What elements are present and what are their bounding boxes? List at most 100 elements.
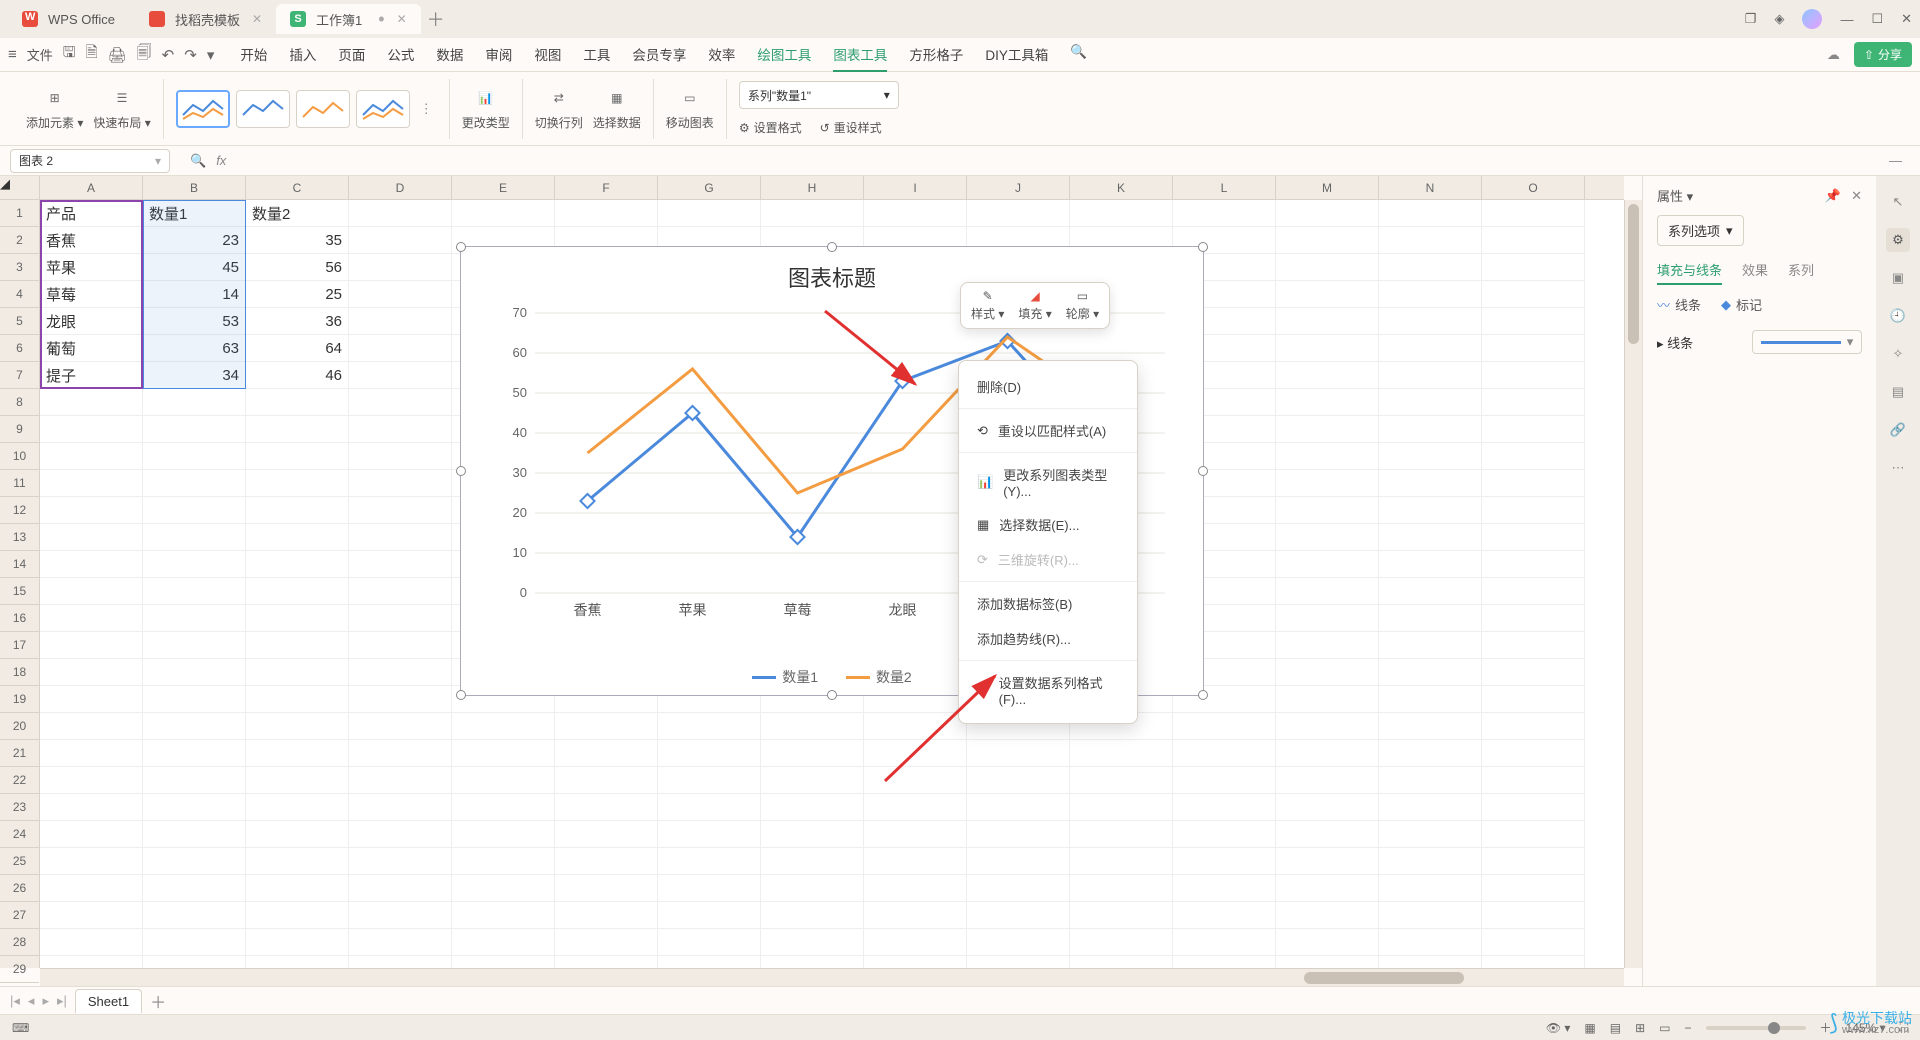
col-header[interactable]: F bbox=[555, 176, 658, 199]
row-header[interactable]: 13 bbox=[0, 524, 39, 551]
cell[interactable]: 苹果 bbox=[40, 254, 143, 281]
row-headers[interactable]: 1234567891011121314151617181920212223242… bbox=[0, 200, 40, 968]
ctx-select-data[interactable]: ▦选择数据(E)... bbox=[959, 507, 1137, 542]
col-header[interactable]: D bbox=[349, 176, 452, 199]
select-all-corner[interactable]: ◢ bbox=[0, 176, 40, 200]
close-icon[interactable]: ✕ bbox=[397, 12, 407, 26]
cell[interactable]: 23 bbox=[143, 227, 246, 254]
resize-handle[interactable] bbox=[1198, 690, 1208, 700]
prop-tab-effect[interactable]: 效果 bbox=[1742, 260, 1768, 285]
zoom-out-icon[interactable]: − bbox=[1685, 1021, 1692, 1035]
row-header[interactable]: 16 bbox=[0, 605, 39, 632]
series-options-dropdown[interactable]: 系列选项▾ bbox=[1657, 215, 1744, 246]
row-header[interactable]: 4 bbox=[0, 281, 39, 308]
menu-tab-view[interactable]: 视图 bbox=[534, 38, 561, 72]
row-header[interactable]: 21 bbox=[0, 740, 39, 767]
cell[interactable]: 63 bbox=[143, 335, 246, 362]
prop-tab-series[interactable]: 系列 bbox=[1788, 260, 1814, 285]
cell[interactable]: 产品 bbox=[40, 200, 143, 227]
cursor-tool-icon[interactable]: ↖ bbox=[1886, 190, 1910, 214]
maximize-icon[interactable]: ☐ bbox=[1871, 11, 1883, 27]
row-header[interactable]: 2 bbox=[0, 227, 39, 254]
hscroll-thumb[interactable] bbox=[1304, 972, 1464, 984]
row-header[interactable]: 27 bbox=[0, 902, 39, 929]
menu-tab-formula[interactable]: 公式 bbox=[387, 38, 414, 72]
line-style-dropdown[interactable]: ▾ bbox=[1752, 330, 1862, 354]
cell[interactable]: 46 bbox=[246, 362, 349, 389]
minimize-icon[interactable]: — bbox=[1840, 12, 1853, 27]
vertical-scrollbar[interactable] bbox=[1624, 200, 1642, 968]
col-header[interactable]: C bbox=[246, 176, 349, 199]
view-break-icon[interactable]: ⊞ bbox=[1635, 1021, 1645, 1035]
reset-style-button[interactable]: ↺重设样式 bbox=[820, 119, 882, 136]
move-chart-button[interactable]: ▭移动图表 bbox=[666, 86, 714, 131]
col-header[interactable]: M bbox=[1276, 176, 1379, 199]
menu-tab-efficiency[interactable]: 效率 bbox=[708, 38, 735, 72]
change-type-button[interactable]: 📊更改类型 bbox=[462, 86, 510, 131]
ctx-delete[interactable]: 删除(D) bbox=[959, 369, 1137, 404]
cell[interactable]: 36 bbox=[246, 308, 349, 335]
print-icon[interactable]: 🖨 bbox=[108, 46, 127, 64]
row-header[interactable]: 23 bbox=[0, 794, 39, 821]
row-header[interactable]: 18 bbox=[0, 659, 39, 686]
row-header[interactable]: 22 bbox=[0, 767, 39, 794]
col-header[interactable]: H bbox=[761, 176, 864, 199]
row-header[interactable]: 29 bbox=[0, 956, 39, 983]
cloud-icon[interactable]: ☁ bbox=[1827, 47, 1840, 63]
spreadsheet-area[interactable]: ◢ ABCDEFGHIJKLMNO 1234567891011121314151… bbox=[0, 176, 1642, 986]
ctx-change-series-type[interactable]: 📊更改系列图表类型(Y)... bbox=[959, 457, 1137, 507]
cell[interactable]: 34 bbox=[143, 362, 246, 389]
row-header[interactable]: 9 bbox=[0, 416, 39, 443]
row-header[interactable]: 7 bbox=[0, 362, 39, 389]
quick-layout-button[interactable]: ☰快速布局 ▾ bbox=[93, 86, 150, 131]
row-header[interactable]: 10 bbox=[0, 443, 39, 470]
row-header[interactable]: 28 bbox=[0, 929, 39, 956]
history-tool-icon[interactable]: 🕘 bbox=[1886, 304, 1910, 328]
col-header[interactable]: G bbox=[658, 176, 761, 199]
menu-tab-square[interactable]: 方形格子 bbox=[909, 38, 963, 72]
zoom-fx-icon[interactable]: 🔍 bbox=[190, 153, 206, 169]
close-icon[interactable]: ✕ bbox=[252, 12, 262, 26]
row-header[interactable]: 14 bbox=[0, 551, 39, 578]
select-data-button[interactable]: ▦选择数据 bbox=[593, 86, 641, 131]
row-header[interactable]: 1 bbox=[0, 200, 39, 227]
horizontal-scrollbar[interactable] bbox=[40, 968, 1624, 986]
view-page-icon[interactable]: ▤ bbox=[1610, 1021, 1621, 1035]
menu-tab-review[interactable]: 审阅 bbox=[485, 38, 512, 72]
collapse-ribbon-icon[interactable]: — bbox=[1889, 153, 1902, 168]
prop-sub-line[interactable]: 〰线条 bbox=[1657, 295, 1701, 314]
cell[interactable]: 提子 bbox=[40, 362, 143, 389]
mini-outline-button[interactable]: ▭轮廓 ▾ bbox=[1066, 289, 1099, 322]
ctx-format-series[interactable]: ⚙设置数据系列格式(F)... bbox=[959, 665, 1137, 715]
row-header[interactable]: 25 bbox=[0, 848, 39, 875]
column-headers[interactable]: ABCDEFGHIJKLMNO bbox=[40, 176, 1624, 200]
cell[interactable]: 56 bbox=[246, 254, 349, 281]
chart-style-2[interactable] bbox=[236, 90, 290, 128]
zoom-slider[interactable] bbox=[1706, 1026, 1806, 1030]
tab-workbook[interactable]: S工作簿1•✕ bbox=[276, 4, 421, 34]
menu-tab-start[interactable]: 开始 bbox=[240, 38, 267, 72]
row-header[interactable]: 6 bbox=[0, 335, 39, 362]
cell[interactable]: 35 bbox=[246, 227, 349, 254]
col-header[interactable]: N bbox=[1379, 176, 1482, 199]
row-header[interactable]: 12 bbox=[0, 497, 39, 524]
chart-style-more-icon[interactable]: ⋮ bbox=[416, 101, 437, 117]
window-copy-icon[interactable]: ❐ bbox=[1745, 11, 1757, 27]
chart-style-4[interactable] bbox=[356, 90, 410, 128]
close-window-icon[interactable]: ✕ bbox=[1901, 11, 1912, 27]
cell[interactable]: 香蕉 bbox=[40, 227, 143, 254]
undo-icon[interactable]: ↶ bbox=[162, 46, 175, 64]
link-tool-icon[interactable]: 🔗 bbox=[1886, 418, 1910, 442]
mini-style-button[interactable]: ✎样式 ▾ bbox=[971, 289, 1004, 322]
ctx-add-trend[interactable]: 添加趋势线(R)... bbox=[959, 621, 1137, 656]
row-header[interactable]: 5 bbox=[0, 308, 39, 335]
name-box[interactable]: 图表 2▾ bbox=[10, 149, 170, 173]
close-panel-icon[interactable]: ✕ bbox=[1851, 188, 1862, 203]
series-selector[interactable]: 系列"数量1"▾ bbox=[739, 81, 899, 109]
sheet-nav-prev[interactable]: ◂ bbox=[28, 993, 35, 1009]
resize-handle[interactable] bbox=[827, 690, 837, 700]
zoom-thumb[interactable] bbox=[1768, 1022, 1780, 1034]
scroll-thumb[interactable] bbox=[1628, 204, 1639, 344]
dropdown-icon[interactable]: ▾ bbox=[207, 46, 215, 64]
avatar-icon[interactable] bbox=[1802, 9, 1822, 29]
